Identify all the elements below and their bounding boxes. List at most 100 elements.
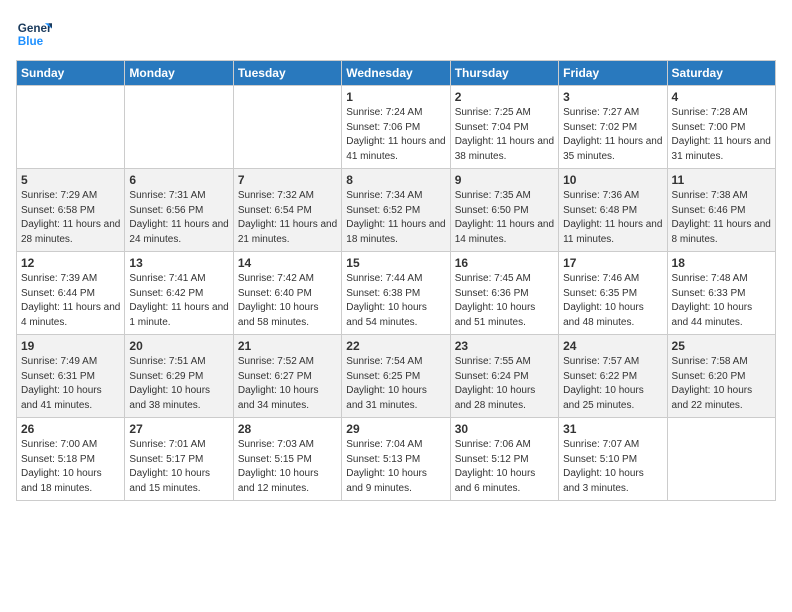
calendar-week-4: 19 Sunrise: 7:49 AM Sunset: 6:31 PM Dayli… xyxy=(17,335,776,418)
day-number: 12 xyxy=(21,256,120,270)
calendar-cell: 24Sunrise: 7:57 AM Sunset: 6:22 PM Dayli… xyxy=(559,335,667,418)
day-info: Sunrise: 7:49 AM Sunset: 6:31 PM Dayligh… xyxy=(21,355,120,413)
day-info: Sunrise: 7:55 AM Sunset: 6:24 PM Dayligh… xyxy=(455,355,554,413)
day-number: 16 xyxy=(455,256,554,270)
calendar-week-2: 5 Sunrise: 7:29 AM Sunset: 6:58 PM Daylig… xyxy=(17,169,776,252)
day-info: Sunrise: 7:58 AM Sunset: 6:20 PM Dayligh… xyxy=(672,355,771,413)
day-info: Sunrise: 7:46 AM Sunset: 6:35 PM Dayligh… xyxy=(563,272,662,330)
calendar-cell: 30 Sunrise: 7:06 AM Sunset: 5:12 PM Dayli… xyxy=(450,418,558,501)
calendar-cell: 13 Sunrise: 7:41 AM Sunset: 6:42 PM Dayli… xyxy=(125,252,233,335)
svg-text:Blue: Blue xyxy=(18,35,44,48)
day-number: 6 xyxy=(129,173,228,187)
day-number: 19 xyxy=(21,339,120,353)
day-number: 13 xyxy=(129,256,228,270)
day-info: Sunrise: 7:29 AM Sunset: 6:58 PM Dayligh… xyxy=(21,189,120,247)
day-number: 9 xyxy=(455,173,554,187)
day-number: 29 xyxy=(346,422,445,436)
calendar-cell: 8 Sunrise: 7:34 AM Sunset: 6:52 PM Daylig… xyxy=(342,169,450,252)
day-info: Sunrise: 7:45 AM Sunset: 6:36 PM Dayligh… xyxy=(455,272,554,330)
day-info: Sunrise: 7:00 AM Sunset: 5:18 PM Dayligh… xyxy=(21,438,120,496)
calendar-cell: 14 Sunrise: 7:42 AM Sunset: 6:40 PM Dayli… xyxy=(233,252,341,335)
day-info: Sunrise: 7:41 AM Sunset: 6:42 PM Dayligh… xyxy=(129,272,228,330)
calendar-cell: 21Sunrise: 7:52 AM Sunset: 6:27 PM Dayli… xyxy=(233,335,341,418)
calendar-cell xyxy=(125,86,233,169)
calendar-table: SundayMondayTuesdayWednesdayThursdayFrid… xyxy=(16,60,776,501)
calendar-cell: 16 Sunrise: 7:45 AM Sunset: 6:36 PM Dayli… xyxy=(450,252,558,335)
day-info: Sunrise: 7:57 AM Sunset: 6:22 PM Dayligh… xyxy=(563,355,662,413)
calendar-cell: 7 Sunrise: 7:32 AM Sunset: 6:54 PM Daylig… xyxy=(233,169,341,252)
page-header: General Blue xyxy=(16,16,776,52)
day-number: 15 xyxy=(346,256,445,270)
day-number: 2 xyxy=(455,90,554,104)
calendar-cell: 22 Sunrise: 7:54 AM Sunset: 6:25 PM Dayli… xyxy=(342,335,450,418)
calendar-cell xyxy=(233,86,341,169)
day-info: Sunrise: 7:25 AM Sunset: 7:04 PM Dayligh… xyxy=(455,106,554,164)
calendar-header-row: SundayMondayTuesdayWednesdayThursdayFrid… xyxy=(17,61,776,86)
day-number: 10 xyxy=(563,173,662,187)
day-info: Sunrise: 7:51 AM Sunset: 6:29 PM Dayligh… xyxy=(129,355,228,413)
calendar-week-1: 1Sunrise: 7:24 AM Sunset: 7:06 PM Daylig… xyxy=(17,86,776,169)
day-info: Sunrise: 7:34 AM Sunset: 6:52 PM Dayligh… xyxy=(346,189,445,247)
calendar-header-thursday: Thursday xyxy=(450,61,558,86)
day-number: 14 xyxy=(238,256,337,270)
day-number: 5 xyxy=(21,173,120,187)
day-info: Sunrise: 7:38 AM Sunset: 6:46 PM Dayligh… xyxy=(672,189,771,247)
day-number: 25 xyxy=(672,339,771,353)
day-number: 23 xyxy=(455,339,554,353)
day-number: 11 xyxy=(672,173,771,187)
logo-icon: General Blue xyxy=(16,16,52,52)
day-number: 3 xyxy=(563,90,662,104)
day-number: 4 xyxy=(672,90,771,104)
day-info: Sunrise: 7:32 AM Sunset: 6:54 PM Dayligh… xyxy=(238,189,337,247)
calendar-cell: 3 Sunrise: 7:27 AM Sunset: 7:02 PM Daylig… xyxy=(559,86,667,169)
calendar-header-friday: Friday xyxy=(559,61,667,86)
calendar-cell: 28 Sunrise: 7:03 AM Sunset: 5:15 PM Dayli… xyxy=(233,418,341,501)
day-info: Sunrise: 7:39 AM Sunset: 6:44 PM Dayligh… xyxy=(21,272,120,330)
day-number: 20 xyxy=(129,339,228,353)
calendar-cell: 29 Sunrise: 7:04 AM Sunset: 5:13 PM Dayli… xyxy=(342,418,450,501)
calendar-cell: 18Sunrise: 7:48 AM Sunset: 6:33 PM Dayli… xyxy=(667,252,775,335)
calendar-cell: 23 Sunrise: 7:55 AM Sunset: 6:24 PM Dayli… xyxy=(450,335,558,418)
day-number: 22 xyxy=(346,339,445,353)
calendar-cell: 10 Sunrise: 7:36 AM Sunset: 6:48 PM Dayli… xyxy=(559,169,667,252)
day-number: 26 xyxy=(21,422,120,436)
day-info: Sunrise: 7:03 AM Sunset: 5:15 PM Dayligh… xyxy=(238,438,337,496)
calendar-cell: 15 Sunrise: 7:44 AM Sunset: 6:38 PM Dayli… xyxy=(342,252,450,335)
day-info: Sunrise: 7:44 AM Sunset: 6:38 PM Dayligh… xyxy=(346,272,445,330)
calendar-cell: 27Sunrise: 7:01 AM Sunset: 5:17 PM Dayli… xyxy=(125,418,233,501)
calendar-cell: 25 Sunrise: 7:58 AM Sunset: 6:20 PM Dayli… xyxy=(667,335,775,418)
day-info: Sunrise: 7:27 AM Sunset: 7:02 PM Dayligh… xyxy=(563,106,662,164)
calendar-header-saturday: Saturday xyxy=(667,61,775,86)
calendar-cell: 11 Sunrise: 7:38 AM Sunset: 6:46 PM Dayli… xyxy=(667,169,775,252)
calendar-header-sunday: Sunday xyxy=(17,61,125,86)
day-number: 30 xyxy=(455,422,554,436)
calendar-header-tuesday: Tuesday xyxy=(233,61,341,86)
calendar-cell: 4 Sunrise: 7:28 AM Sunset: 7:00 PM Daylig… xyxy=(667,86,775,169)
day-number: 7 xyxy=(238,173,337,187)
day-info: Sunrise: 7:06 AM Sunset: 5:12 PM Dayligh… xyxy=(455,438,554,496)
day-info: Sunrise: 7:04 AM Sunset: 5:13 PM Dayligh… xyxy=(346,438,445,496)
calendar-cell xyxy=(667,418,775,501)
calendar-cell: 9Sunrise: 7:35 AM Sunset: 6:50 PM Daylig… xyxy=(450,169,558,252)
calendar-cell: 26 Sunrise: 7:00 AM Sunset: 5:18 PM Dayli… xyxy=(17,418,125,501)
logo: General Blue xyxy=(16,16,56,52)
calendar-week-5: 26 Sunrise: 7:00 AM Sunset: 5:18 PM Dayli… xyxy=(17,418,776,501)
day-info: Sunrise: 7:48 AM Sunset: 6:33 PM Dayligh… xyxy=(672,272,771,330)
day-info: Sunrise: 7:07 AM Sunset: 5:10 PM Dayligh… xyxy=(563,438,662,496)
calendar-cell: 6Sunrise: 7:31 AM Sunset: 6:56 PM Daylig… xyxy=(125,169,233,252)
day-number: 21 xyxy=(238,339,337,353)
calendar-cell: 20 Sunrise: 7:51 AM Sunset: 6:29 PM Dayli… xyxy=(125,335,233,418)
day-number: 8 xyxy=(346,173,445,187)
day-number: 17 xyxy=(563,256,662,270)
calendar-cell: 1Sunrise: 7:24 AM Sunset: 7:06 PM Daylig… xyxy=(342,86,450,169)
day-number: 31 xyxy=(563,422,662,436)
day-info: Sunrise: 7:42 AM Sunset: 6:40 PM Dayligh… xyxy=(238,272,337,330)
day-info: Sunrise: 7:28 AM Sunset: 7:00 PM Dayligh… xyxy=(672,106,771,164)
day-info: Sunrise: 7:36 AM Sunset: 6:48 PM Dayligh… xyxy=(563,189,662,247)
calendar-cell: 19 Sunrise: 7:49 AM Sunset: 6:31 PM Dayli… xyxy=(17,335,125,418)
day-info: Sunrise: 7:54 AM Sunset: 6:25 PM Dayligh… xyxy=(346,355,445,413)
calendar-cell: 5 Sunrise: 7:29 AM Sunset: 6:58 PM Daylig… xyxy=(17,169,125,252)
calendar-cell: 31 Sunrise: 7:07 AM Sunset: 5:10 PM Dayli… xyxy=(559,418,667,501)
day-number: 28 xyxy=(238,422,337,436)
day-info: Sunrise: 7:01 AM Sunset: 5:17 PM Dayligh… xyxy=(129,438,228,496)
